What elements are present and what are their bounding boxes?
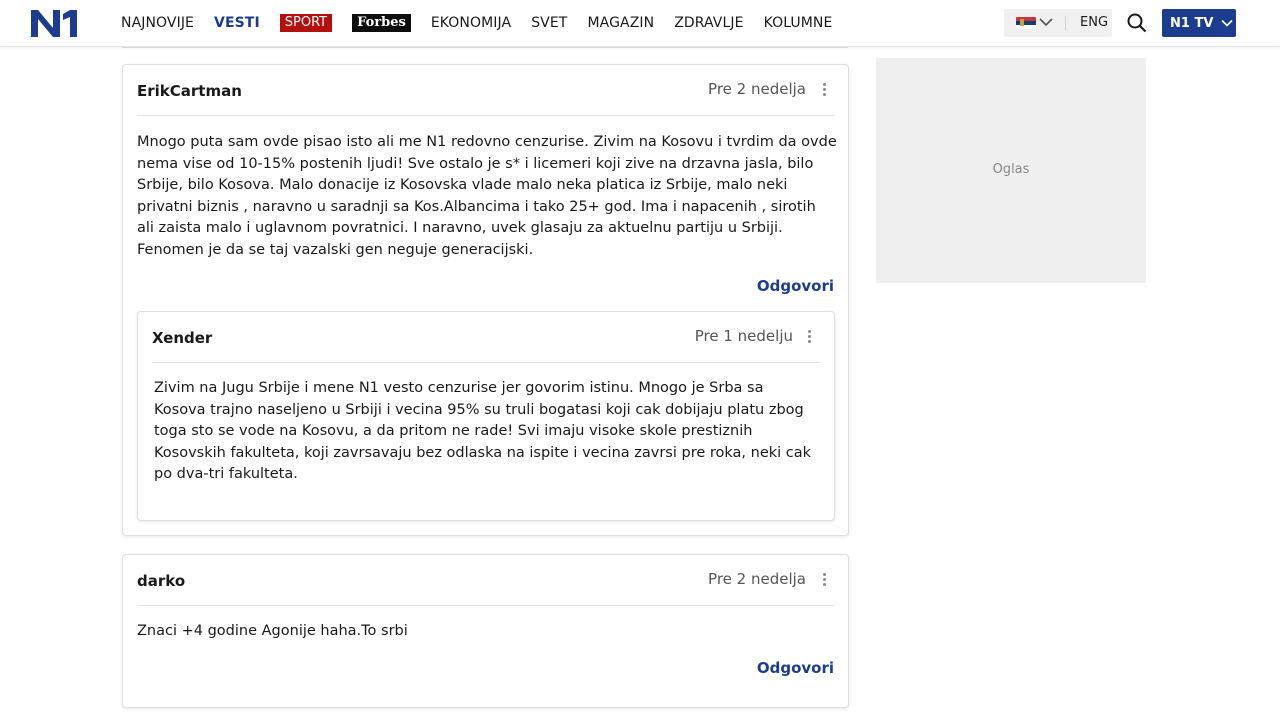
language-divider: [1065, 16, 1066, 30]
language-switcher[interactable]: ENG: [1004, 9, 1112, 37]
site-header: NAJNOVIJE VESTI SPORT Forbes EKONOMIJA S…: [0, 0, 1280, 47]
nav-zdravlje[interactable]: ZDRAVLJE: [674, 15, 743, 31]
ad-label: Oglas: [992, 162, 1030, 177]
reply-author[interactable]: Xender: [152, 329, 212, 347]
reply-text: Zivim na Jugu Srbije i mene N1 vesto cen…: [154, 380, 812, 482]
advertisement-slot[interactable]: Oglas: [876, 58, 1146, 283]
n1-logo-icon: [31, 10, 77, 37]
search-icon[interactable]: [1127, 13, 1147, 33]
comment-divider: [137, 115, 834, 116]
reply-button[interactable]: Odgovori: [757, 659, 834, 677]
nav-svet[interactable]: SVET: [531, 15, 567, 31]
nav-forbes[interactable]: Forbes: [352, 14, 411, 32]
n1-logo[interactable]: [31, 10, 77, 37]
comment-text: Mnogo puta sam ovde pisao isto ali me N1…: [137, 134, 837, 258]
main-navigation: NAJNOVIJE VESTI SPORT Forbes EKONOMIJA S…: [121, 0, 852, 46]
nav-ekonomija[interactable]: EKONOMIJA: [431, 15, 511, 31]
comment-card: darko Pre 2 nedelja Znaci +4 godine Agon…: [122, 554, 849, 708]
n1-tv-button[interactable]: N1 TV: [1162, 9, 1236, 37]
nav-najnovije[interactable]: NAJNOVIJE: [121, 15, 194, 31]
reply-card: Xender Pre 1 nedelju Zivim na Jugu Srbij…: [137, 311, 835, 521]
comment-time: Pre 2 nedelja: [708, 80, 806, 98]
nav-vesti[interactable]: VESTI: [214, 15, 260, 31]
nav-magazin[interactable]: MAGAZIN: [587, 15, 654, 31]
comment-text: Znaci +4 godine Agonije haha.To srbi: [137, 623, 408, 639]
language-eng-link[interactable]: ENG: [1080, 15, 1108, 30]
comment-card: ErikCartman Pre 2 nedelja Mnogo puta sam…: [122, 64, 849, 536]
reply-time: Pre 1 nedelju: [694, 327, 793, 345]
more-options-icon[interactable]: [808, 330, 812, 344]
comment-divider: [137, 605, 834, 606]
chevron-down-icon[interactable]: [1039, 17, 1053, 27]
n1-tv-label: N1 TV: [1170, 15, 1214, 31]
chevron-down-icon: [1221, 19, 1233, 27]
comment-time: Pre 2 nedelja: [708, 570, 806, 588]
reply-button[interactable]: Odgovori: [757, 277, 834, 295]
serbia-flag-icon: [1016, 17, 1036, 29]
comment-author[interactable]: ErikCartman: [137, 82, 242, 100]
comment-author[interactable]: darko: [137, 572, 185, 590]
more-options-icon[interactable]: [823, 573, 827, 587]
more-options-icon[interactable]: [823, 83, 827, 97]
nav-sport[interactable]: SPORT: [279, 14, 333, 32]
reply-divider: [152, 362, 820, 363]
nav-kolumne[interactable]: KOLUMNE: [764, 15, 833, 31]
